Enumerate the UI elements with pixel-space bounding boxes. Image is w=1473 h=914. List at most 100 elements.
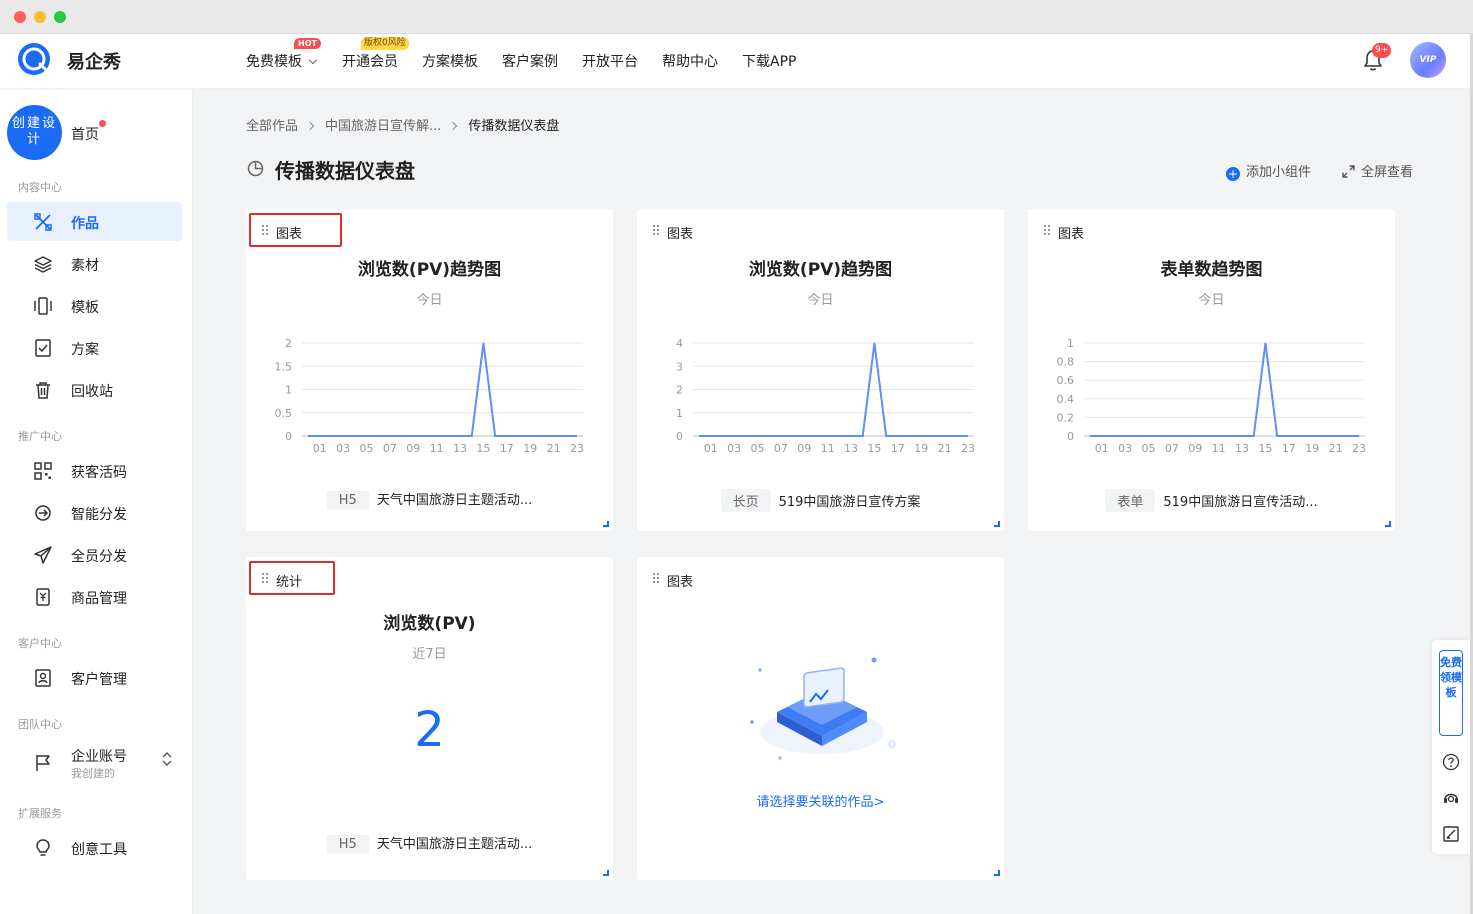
resize-handle[interactable] [994, 521, 1000, 527]
sidebar-item-plans[interactable]: 方案 [7, 328, 182, 367]
x-tick-label: 07 [383, 442, 397, 455]
unread-dot [99, 120, 106, 127]
sidebar-item-creative-tools[interactable]: 创意工具 [7, 828, 182, 867]
widget-period: 今日 [416, 293, 443, 308]
work-title: 519中国旅游日宣传活动... [1163, 495, 1318, 510]
x-tick-label: 13 [1235, 442, 1249, 455]
drag-handle-icon[interactable] [261, 572, 269, 584]
expand-collapse-icon[interactable] [161, 750, 173, 768]
sidebar-item-templates[interactable]: 模板 [7, 286, 182, 325]
y-tick-label: 0.2 [1057, 411, 1075, 424]
y-tick-label: 2 [285, 337, 292, 350]
widget-work-link[interactable]: H5 天气中国旅游日主题活动... [246, 833, 613, 854]
resize-handle[interactable] [603, 870, 609, 876]
sidebar-item-materials[interactable]: 素材 [7, 244, 182, 283]
x-tick-label: 03 [1118, 442, 1132, 455]
sidebar-item-label: 获客活码 [71, 465, 127, 481]
widget-kind: 统计 [276, 575, 303, 590]
work-type-tag: 长页 [720, 489, 771, 512]
yuan-phone-icon [36, 588, 50, 606]
work-type-tag: 表单 [1105, 489, 1156, 512]
work-type-tag: H5 [326, 491, 369, 510]
widget-card-form-trend[interactable]: 图表 表单数趋势图 今日 0 0.2 0.4 0.6 0.8 1 01 03 05 07 09 11 1… [1028, 209, 1395, 531]
widget-work-link[interactable]: 表单 519中国旅游日宣传活动... [1028, 489, 1395, 512]
nav-free-templates[interactable]: 免费模板 [246, 51, 318, 71]
sidebar-item-customer-manage[interactable]: 客户管理 [7, 658, 182, 697]
widget-work-link[interactable]: H5 天气中国旅游日主题活动... [246, 489, 613, 510]
create-design-button[interactable]: 创建设计 [7, 105, 62, 160]
drag-handle-icon[interactable] [652, 572, 660, 584]
widget-work-link[interactable]: 长页 519中国旅游日宣传方案 [637, 489, 1004, 512]
y-tick-label: 0.4 [1057, 393, 1075, 406]
empty-state-illustration-icon [750, 657, 896, 760]
sidebar-item-lead-code[interactable]: 获客活码 [7, 451, 182, 490]
nav-plan-templates[interactable]: 方案模板 [422, 51, 478, 71]
sidebar-item-label: 全员分发 [71, 549, 127, 565]
page-title: 传播数据仪表盘 [275, 159, 415, 183]
widget-kind: 图表 [1058, 227, 1085, 242]
chevron-right-icon [449, 121, 458, 131]
x-tick-label: 17 [500, 442, 514, 455]
app-name[interactable]: 易企秀 [67, 48, 121, 74]
x-tick-label: 23 [961, 442, 975, 455]
breadcrumb-all-works[interactable]: 全部作品 [246, 119, 298, 134]
nav-help-center[interactable]: 帮助中心 [662, 51, 718, 71]
logo-icon[interactable] [17, 42, 51, 76]
feedback-icon[interactable] [1442, 825, 1460, 843]
widget-kind: 图表 [667, 575, 694, 590]
sidebar-item-home[interactable]: 首页 [71, 124, 99, 144]
widget-kind: 图表 [667, 227, 694, 242]
sidebar-item-label: 企业账号 [71, 749, 127, 765]
add-widget-button[interactable]: + 添加小组件 [1226, 161, 1311, 181]
x-tick-label: 01 [1095, 442, 1109, 455]
fullscreen-button[interactable]: 全屏查看 [1342, 161, 1413, 180]
close-window-button[interactable] [14, 11, 26, 23]
sidebar-item-product-manage[interactable]: 商品管理 [7, 577, 182, 616]
resize-handle[interactable] [994, 870, 1000, 876]
widget-card-pv-stat[interactable]: 统计 浏览数(PV) 近7日 2 H5 天气中国旅游日主题活动... [246, 557, 613, 880]
sidebar-item-label: 智能分发 [71, 507, 127, 523]
widget-period: 近7日 [412, 647, 447, 662]
sidebar-item-label: 创意工具 [71, 842, 127, 858]
drag-handle-icon[interactable] [652, 224, 660, 236]
sidebar-item-works[interactable]: 作品 [7, 202, 182, 241]
x-tick-label: 15 [476, 442, 490, 455]
user-avatar[interactable]: VIP [1410, 42, 1446, 78]
resize-handle[interactable] [603, 521, 609, 527]
x-tick-label: 21 [547, 442, 561, 455]
widget-card-pv-trend-2[interactable]: 图表 浏览数(PV)趋势图 今日 0 1 2 3 4 01 03 05 07 09 11 13 15 17… [637, 209, 1004, 531]
nav-open-platform[interactable]: 开放平台 [582, 51, 638, 71]
sidebar: 创建设计 首页 内容中心 作品 素材 模板 方案 回收站 推广中心 获客活码 智… [0, 90, 193, 914]
sidebar-item-recycle[interactable]: 回收站 [7, 370, 182, 409]
checklist-icon [35, 339, 51, 357]
zoom-window-button[interactable] [54, 11, 66, 23]
minimize-window-button[interactable] [34, 11, 46, 23]
x-tick-label: 03 [336, 442, 350, 455]
customer-service-icon[interactable] [1442, 789, 1460, 807]
drag-handle-icon[interactable] [1043, 224, 1051, 236]
help-icon[interactable] [1442, 753, 1460, 771]
free-templates-button[interactable]: 免费领模板 [1439, 650, 1463, 736]
widget-period: 今日 [807, 293, 834, 308]
nav-open-membership[interactable]: 开通会员 [342, 51, 398, 71]
nav-customer-cases[interactable]: 客户案例 [502, 51, 558, 71]
breadcrumb-current: 传播数据仪表盘 [468, 119, 560, 134]
breadcrumb-work[interactable]: 中国旅游日宣传解... [325, 119, 441, 134]
drag-handle-icon[interactable] [261, 224, 269, 236]
widget-title: 表单数趋势图 [1160, 260, 1263, 280]
resize-handle[interactable] [1385, 521, 1391, 527]
y-tick-label: 2 [676, 384, 683, 397]
y-tick-label: 0.6 [1057, 374, 1075, 387]
pie-chart-icon [247, 160, 264, 177]
sidebar-item-smart-distribute[interactable]: 智能分发 [7, 493, 182, 532]
sidebar-item-all-distribute[interactable]: 全员分发 [7, 535, 182, 574]
widget-card-empty[interactable]: 图表 请选择要关联的作品> [637, 557, 1004, 880]
widget-card-pv-trend-1[interactable]: 图表 浏览数(PV)趋势图 今日 0 0.5 1 1.5 2 01 03 05 07 09 11 13… [246, 209, 613, 531]
sidebar-item-label: 客户管理 [71, 672, 127, 688]
sidebar-item-enterprise-account[interactable]: 企业账号 我创建的 [7, 738, 182, 784]
nav-download-app[interactable]: 下载APP [742, 51, 796, 71]
chevron-down-icon [308, 55, 318, 65]
select-work-link[interactable]: 请选择要关联的作品> [637, 791, 1004, 810]
hot-badge: HOT [294, 38, 321, 49]
work-title: 天气中国旅游日主题活动... [376, 837, 533, 852]
